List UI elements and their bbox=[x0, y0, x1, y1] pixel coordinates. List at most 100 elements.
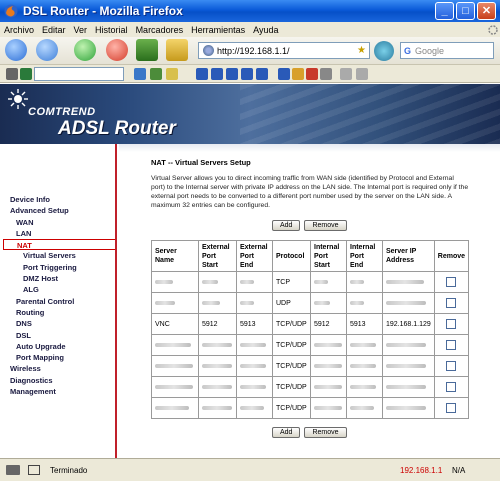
sidebar-item-dmz-host[interactable]: DMZ Host bbox=[10, 273, 115, 284]
sidebar-item-nat[interactable]: NAT bbox=[3, 239, 115, 251]
cell-server-name bbox=[151, 271, 199, 293]
router-banner: COMTREND ADSL Router bbox=[0, 84, 500, 144]
col-remove: Remove bbox=[433, 240, 470, 272]
gear-icon[interactable] bbox=[6, 68, 18, 80]
add-button[interactable]: Add bbox=[272, 220, 301, 231]
cell-server-ip bbox=[382, 355, 435, 377]
cell-server-name bbox=[151, 397, 199, 419]
search-input[interactable]: G Google bbox=[400, 42, 494, 59]
sidebar-item-diagnostics[interactable]: Diagnostics bbox=[10, 375, 115, 386]
col-server-name: Server Name bbox=[151, 240, 199, 272]
menu-editar[interactable]: Editar bbox=[42, 25, 66, 35]
addon-icon[interactable] bbox=[292, 68, 304, 80]
redacted-text bbox=[202, 384, 232, 389]
remove-checkbox[interactable] bbox=[446, 382, 457, 392]
remove-checkbox[interactable] bbox=[446, 319, 457, 329]
popup-icon[interactable] bbox=[28, 465, 40, 475]
sidebar-item-device-info[interactable]: Device Info bbox=[10, 194, 115, 205]
addon-icon[interactable] bbox=[150, 68, 162, 80]
redacted-text bbox=[155, 342, 191, 347]
menu-ayuda[interactable]: Ayuda bbox=[253, 25, 278, 35]
zoom-icon[interactable] bbox=[196, 68, 208, 80]
redacted-text bbox=[386, 363, 426, 368]
zoom-icon[interactable] bbox=[256, 68, 268, 80]
table-row: TCP/UDP bbox=[151, 397, 470, 419]
bookmark-icon[interactable] bbox=[166, 39, 188, 61]
remove-checkbox[interactable] bbox=[446, 298, 457, 308]
sidebar-item-alg[interactable]: ALG bbox=[10, 284, 115, 295]
addon-icon[interactable] bbox=[340, 68, 352, 80]
window-titlebar: DSL Router - Mozilla Firefox _ □ ✕ bbox=[0, 0, 500, 22]
redacted-text bbox=[350, 384, 376, 389]
star-icon[interactable]: ★ bbox=[357, 45, 366, 56]
menu-historial[interactable]: Historial bbox=[95, 25, 128, 35]
remove-button[interactable]: Remove bbox=[304, 220, 347, 231]
bottom-button-row: Add Remove bbox=[272, 427, 347, 438]
redacted-text bbox=[202, 342, 232, 347]
back-icon[interactable] bbox=[5, 39, 27, 61]
redacted-text bbox=[314, 384, 342, 389]
status-text: Terminado bbox=[50, 466, 88, 475]
maximize-button[interactable]: □ bbox=[456, 2, 475, 20]
cell-int-end bbox=[346, 376, 383, 398]
zoom-icon[interactable] bbox=[211, 68, 223, 80]
sidebar-item-wan[interactable]: WAN bbox=[10, 217, 115, 228]
redacted-text bbox=[350, 279, 364, 284]
menu-herramientas[interactable]: Herramientas bbox=[191, 25, 245, 35]
reload-icon[interactable] bbox=[74, 39, 96, 61]
zoom-icon[interactable] bbox=[241, 68, 253, 80]
sidebar-item-management[interactable]: Management bbox=[10, 386, 115, 397]
addon-icon[interactable] bbox=[20, 68, 32, 80]
redacted-text bbox=[350, 405, 374, 410]
cell-int-start: 5912 bbox=[310, 313, 347, 335]
page-title: NAT -- Virtual Servers Setup bbox=[151, 158, 251, 167]
home-icon[interactable] bbox=[136, 39, 158, 61]
remove-checkbox[interactable] bbox=[446, 277, 457, 287]
menu-ver[interactable]: Ver bbox=[74, 25, 88, 35]
sidebar-item-virtual-servers[interactable]: Virtual Servers bbox=[10, 250, 115, 261]
cell-server-ip bbox=[382, 292, 435, 314]
addon-icon[interactable] bbox=[356, 68, 368, 80]
zoom-icon[interactable] bbox=[226, 68, 238, 80]
minimize-button[interactable]: _ bbox=[435, 2, 454, 20]
cell-int-start bbox=[310, 397, 347, 419]
cell-server-ip bbox=[382, 334, 435, 356]
addon-icon[interactable] bbox=[134, 68, 146, 80]
cell-protocol: TCP/UDP bbox=[272, 313, 311, 335]
menu-archivo[interactable]: Archivo bbox=[4, 25, 34, 35]
close-button[interactable]: ✕ bbox=[477, 2, 496, 20]
remove-button[interactable]: Remove bbox=[304, 427, 347, 438]
remove-checkbox[interactable] bbox=[446, 361, 457, 371]
toolbar-search-input[interactable] bbox=[34, 67, 124, 81]
sidebar-item-parental-control[interactable]: Parental Control bbox=[10, 296, 115, 307]
menu-marcadores[interactable]: Marcadores bbox=[136, 25, 184, 35]
info-icon[interactable] bbox=[278, 68, 290, 80]
cell-int-end bbox=[346, 397, 383, 419]
remove-checkbox[interactable] bbox=[446, 403, 457, 413]
addon-icon[interactable] bbox=[306, 68, 318, 80]
cell-server-ip bbox=[382, 397, 435, 419]
redacted-text bbox=[386, 405, 426, 410]
page-description: Virtual Server allows you to direct inco… bbox=[151, 175, 469, 209]
add-button[interactable]: Add bbox=[272, 427, 301, 438]
sidebar-item-dns[interactable]: DNS bbox=[10, 318, 115, 329]
addon-icon[interactable] bbox=[166, 68, 178, 80]
forward-icon[interactable] bbox=[36, 39, 58, 61]
redacted-text bbox=[314, 363, 342, 368]
sidebar-item-port-mapping[interactable]: Port Mapping bbox=[10, 352, 115, 363]
go-button[interactable] bbox=[374, 41, 394, 61]
sidebar-item-port-triggering[interactable]: Port Triggering bbox=[10, 262, 115, 273]
sidebar-item-auto-upgrade[interactable]: Auto Upgrade bbox=[10, 341, 115, 352]
sidebar-item-wireless[interactable]: Wireless bbox=[10, 363, 115, 374]
url-bar[interactable]: http://192.168.1.1/ ★ bbox=[198, 42, 370, 59]
sidebar-item-routing[interactable]: Routing bbox=[10, 307, 115, 318]
addon-icon[interactable] bbox=[320, 68, 332, 80]
cell-int-start bbox=[310, 376, 347, 398]
sidebar-item-lan[interactable]: LAN bbox=[10, 228, 115, 239]
stop-icon[interactable] bbox=[106, 39, 128, 61]
table-row: VNC 5912 5913 TCP/UDP 5912 5913 192.168.… bbox=[151, 313, 470, 335]
sidebar-item-dsl[interactable]: DSL bbox=[10, 330, 115, 341]
cell-ext-start bbox=[198, 271, 237, 293]
sidebar-item-advanced-setup[interactable]: Advanced Setup bbox=[10, 205, 115, 216]
remove-checkbox[interactable] bbox=[446, 340, 457, 350]
